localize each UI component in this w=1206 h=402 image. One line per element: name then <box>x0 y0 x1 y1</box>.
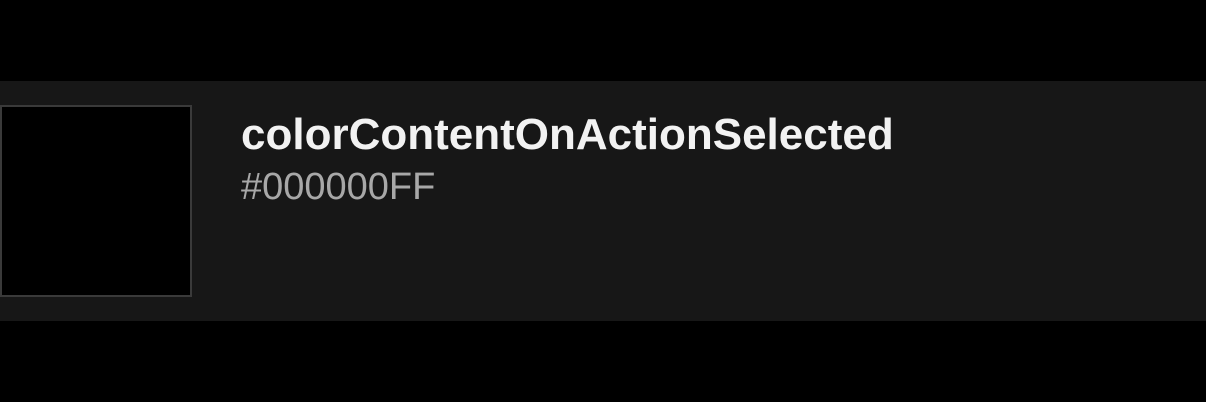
color-token-row: colorContentOnActionSelected #000000FF <box>0 81 1206 321</box>
color-swatch <box>0 105 192 297</box>
color-token-name: colorContentOnActionSelected <box>241 110 894 159</box>
color-token-hex-value: #000000FF <box>241 166 436 208</box>
